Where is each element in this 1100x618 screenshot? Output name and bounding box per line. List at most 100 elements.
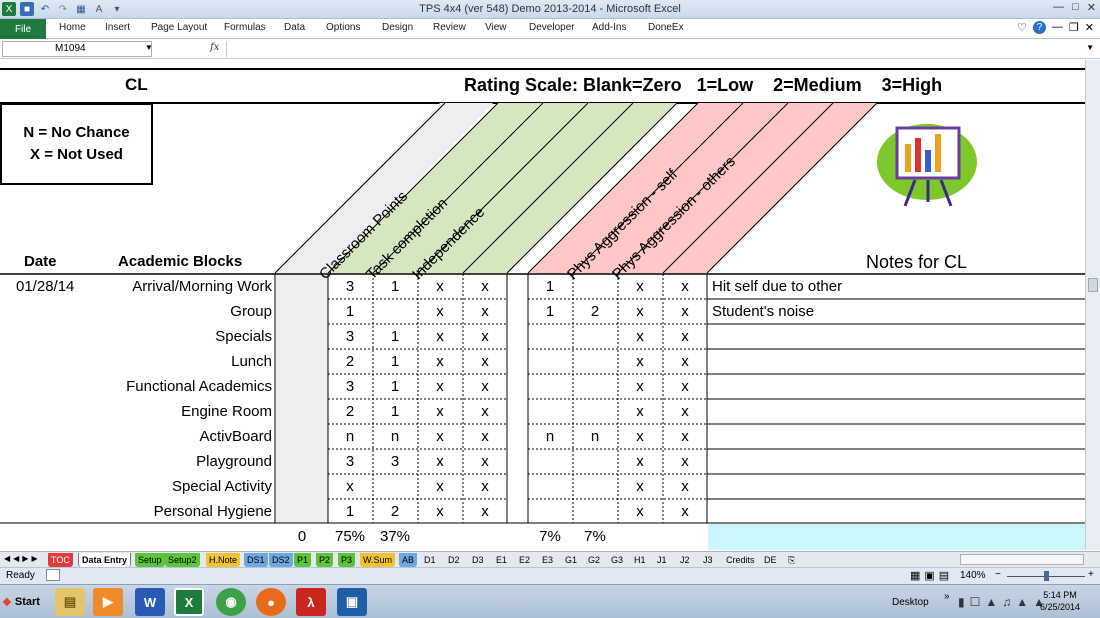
block-label[interactable]: Group xyxy=(112,303,272,320)
rating-cell[interactable]: x xyxy=(418,478,462,495)
rating-cell[interactable]: 3 xyxy=(373,453,417,470)
tab-page-layout[interactable]: Page Layout xyxy=(151,22,207,33)
rating-cell[interactable]: x xyxy=(618,328,662,345)
rating-cell[interactable]: x xyxy=(463,478,507,495)
rating-cell[interactable]: x xyxy=(418,428,462,445)
rating-cell[interactable]: 1 xyxy=(528,278,572,295)
app-icon[interactable]: ▣ xyxy=(337,588,367,616)
rating-cell[interactable]: 2 xyxy=(373,503,417,520)
rating-cell[interactable]: 1 xyxy=(373,378,417,395)
name-box[interactable]: M1094 xyxy=(2,41,152,57)
rating-cell[interactable]: x xyxy=(618,353,662,370)
sheet-tab[interactable]: Setup xyxy=(135,553,165,567)
acrobat-icon[interactable]: λ xyxy=(296,588,326,616)
sheet-tab[interactable]: DE xyxy=(761,553,780,567)
sheet-tab[interactable]: TOC xyxy=(48,553,73,567)
sheet-tab[interactable]: H.Note xyxy=(206,553,241,567)
sheet-tab[interactable]: D2 xyxy=(445,553,463,567)
note-cell[interactable]: Hit self due to other xyxy=(712,278,842,295)
rating-cell[interactable]: x xyxy=(618,403,662,420)
tab-options[interactable]: Options xyxy=(326,22,360,33)
rating-cell[interactable]: x xyxy=(618,278,662,295)
rating-cell[interactable]: x xyxy=(663,378,707,395)
rating-cell[interactable]: 1 xyxy=(328,503,372,520)
sheet-tab[interactable]: G3 xyxy=(608,553,627,567)
minimize-ribbon-icon[interactable]: ♡ xyxy=(1017,21,1027,34)
block-label[interactable]: Specials xyxy=(112,328,272,345)
rating-cell[interactable]: x xyxy=(463,503,507,520)
sheet-tab[interactable]: Data Entry xyxy=(78,553,132,567)
rating-cell[interactable]: x xyxy=(418,503,462,520)
horizontal-scrollbar[interactable] xyxy=(960,554,1084,565)
close-icon[interactable]: ✕ xyxy=(1087,1,1096,14)
rating-cell[interactable]: n xyxy=(573,428,617,445)
tab-design[interactable]: Design xyxy=(382,22,413,33)
rating-cell[interactable]: n xyxy=(373,428,417,445)
file-explorer-icon[interactable]: ▤ xyxy=(55,588,85,616)
scrollbar-thumb[interactable] xyxy=(1088,278,1098,292)
workbook-close-icon[interactable]: ✕ xyxy=(1085,21,1094,34)
file-tab[interactable]: File xyxy=(0,19,46,39)
tab-scroll-buttons-icon[interactable]: ◀◀▶▶ xyxy=(4,554,41,563)
sheet-tab[interactable]: P2 xyxy=(316,553,334,567)
rating-cell[interactable]: x xyxy=(663,353,707,370)
block-label[interactable]: Lunch xyxy=(112,353,272,370)
tab-insert[interactable]: Insert xyxy=(105,22,130,33)
zoom-in-icon[interactable]: + xyxy=(1088,569,1094,580)
sheet-tab[interactable]: DS1 xyxy=(244,553,268,567)
block-label[interactable]: Special Activity xyxy=(112,478,272,495)
chrome-icon[interactable]: ◉ xyxy=(216,588,246,616)
workbook-restore-icon[interactable]: ❐ xyxy=(1069,21,1079,34)
block-label[interactable]: Arrival/Morning Work xyxy=(112,278,272,295)
rating-cell[interactable]: x xyxy=(663,278,707,295)
block-label[interactable]: Playground xyxy=(112,453,272,470)
rating-cell[interactable]: x xyxy=(663,428,707,445)
expand-formula-bar-icon[interactable]: ▼ xyxy=(1086,43,1094,52)
sheet-tab[interactable]: G2 xyxy=(585,553,604,567)
tab-add-ins[interactable]: Add-Ins xyxy=(592,22,626,33)
rating-cell[interactable]: n xyxy=(328,428,372,445)
rating-cell[interactable]: 2 xyxy=(328,353,372,370)
rating-cell[interactable]: x xyxy=(418,278,462,295)
sheet-tab[interactable]: P1 xyxy=(294,553,312,567)
rating-cell[interactable]: x xyxy=(663,328,707,345)
tab-data[interactable]: Data xyxy=(284,22,305,33)
tab-formulas[interactable]: Formulas xyxy=(224,22,266,33)
rating-cell[interactable]: x xyxy=(418,453,462,470)
rating-cell[interactable]: x xyxy=(463,303,507,320)
rating-cell[interactable]: n xyxy=(528,428,572,445)
macro-record-icon[interactable] xyxy=(46,569,60,581)
rating-cell[interactable]: 3 xyxy=(328,453,372,470)
rating-cell[interactable]: x xyxy=(463,453,507,470)
sheet-tab[interactable]: G1 xyxy=(562,553,581,567)
rating-cell[interactable]: 1 xyxy=(373,403,417,420)
maximize-icon[interactable]: □ xyxy=(1072,1,1079,14)
firefox-icon[interactable]: ● xyxy=(256,588,286,616)
rating-cell[interactable]: 3 xyxy=(328,278,372,295)
worksheet[interactable]: CL Rating Scale: Blank=Zero 1=Low 2=Medi… xyxy=(0,60,1100,550)
zoom-level[interactable]: 140% xyxy=(960,570,986,581)
rating-cell[interactable]: 1 xyxy=(528,303,572,320)
tab-home[interactable]: Home xyxy=(59,22,86,33)
formula-input[interactable] xyxy=(226,41,1086,57)
rating-cell[interactable]: x xyxy=(618,503,662,520)
rating-cell[interactable]: x xyxy=(663,503,707,520)
sheet-tab[interactable]: E2 xyxy=(516,553,534,567)
rating-cell[interactable]: x xyxy=(618,478,662,495)
sheet-tab[interactable]: J1 xyxy=(654,553,670,567)
rating-cell[interactable]: 1 xyxy=(373,353,417,370)
sheet-tab[interactable]: Setup2 xyxy=(165,553,200,567)
rating-cell[interactable]: 1 xyxy=(373,328,417,345)
help-icon[interactable]: ? xyxy=(1032,21,1046,34)
note-cell[interactable]: Student's noise xyxy=(712,303,814,320)
rating-cell[interactable]: 2 xyxy=(573,303,617,320)
sheet-tab[interactable]: E3 xyxy=(539,553,557,567)
sheet-tab[interactable]: H1 xyxy=(631,553,649,567)
media-player-icon[interactable]: ▶ xyxy=(93,588,123,616)
tab-review[interactable]: Review xyxy=(433,22,466,33)
view-buttons-icon[interactable]: ▦▣▤ xyxy=(910,569,953,582)
rating-cell[interactable]: x xyxy=(463,403,507,420)
sheet-tab[interactable]: AB xyxy=(399,553,418,567)
rating-cell[interactable]: x xyxy=(418,328,462,345)
sheet-tab[interactable]: D1 xyxy=(421,553,439,567)
